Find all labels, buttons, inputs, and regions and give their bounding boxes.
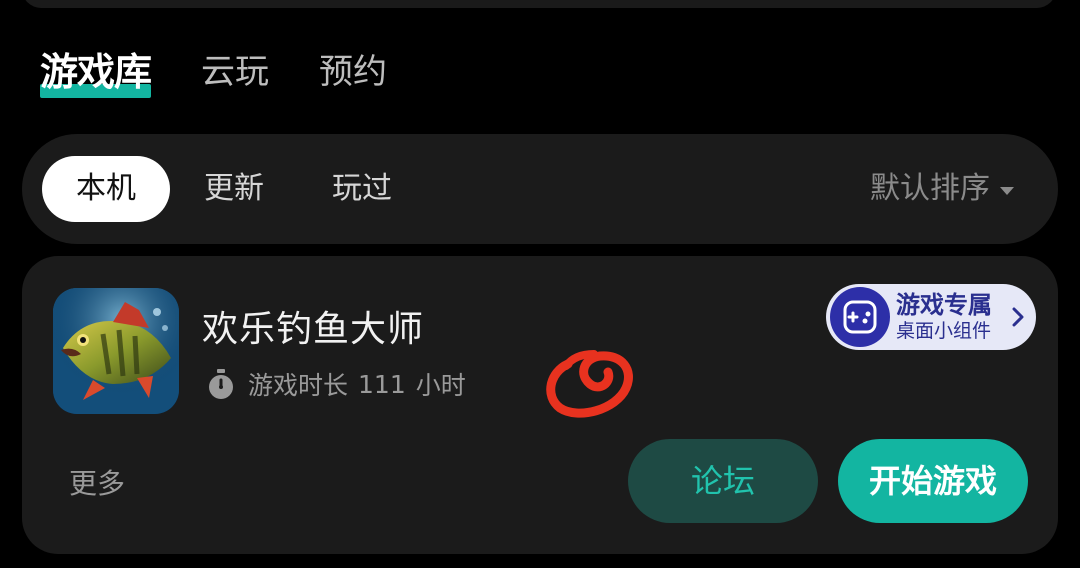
sort-label: 默认排序 (870, 171, 990, 206)
sort-caret-icon (1000, 187, 1014, 195)
tab-game-library[interactable]: 游戏库 (40, 44, 152, 100)
more-link[interactable]: 更多 (69, 462, 125, 502)
stopwatch-icon (209, 369, 233, 399)
filter-bar: 本机 更新 玩过 默认排序 (22, 134, 1058, 244)
tab-label: 预约 (319, 52, 388, 92)
playtime-value: 111 (358, 369, 406, 399)
filter-label: 本机 (76, 171, 136, 206)
main-tab-bar: 游戏库 云玩 预约 (40, 44, 437, 100)
playtime-label: 游戏时长 (248, 371, 349, 400)
playtime-row: 游戏时长 111 小时 (204, 364, 466, 404)
start-game-button[interactable]: 开始游戏 (838, 439, 1028, 523)
game-library-screen: 游戏库 云玩 预约 本机 更新 玩过 默认排序 欢乐钓鱼大师 游戏时长 111 … (0, 0, 1080, 568)
tab-label: 游戏库 (40, 50, 152, 94)
fish-illustration (53, 288, 179, 414)
playtime-unit: 小时 (415, 371, 466, 400)
previous-card-edge (22, 0, 1056, 8)
chevron-right-icon (1012, 307, 1024, 327)
filter-updates[interactable]: 更新 (170, 156, 298, 222)
sort-dropdown[interactable]: 默认排序 (870, 156, 1014, 222)
forum-button[interactable]: 论坛 (628, 439, 818, 523)
tab-label: 云玩 (201, 52, 270, 92)
widget-subtitle: 桌面小组件 (896, 320, 992, 342)
widget-title: 游戏专属 (896, 291, 992, 319)
filter-label: 玩过 (332, 171, 392, 206)
gamepad-icon (830, 287, 890, 347)
tab-cloud-play[interactable]: 云玩 (201, 44, 269, 100)
filter-played[interactable]: 玩过 (298, 156, 426, 222)
filter-local[interactable]: 本机 (42, 156, 170, 222)
filter-label: 更新 (204, 171, 264, 206)
game-title[interactable]: 欢乐钓鱼大师 (202, 300, 424, 352)
red-scribble-annotation (546, 350, 633, 418)
tab-reservation[interactable]: 预约 (319, 44, 387, 100)
game-app-icon[interactable] (53, 288, 179, 414)
desktop-widget-button[interactable]: 游戏专属 桌面小组件 (826, 284, 1036, 350)
